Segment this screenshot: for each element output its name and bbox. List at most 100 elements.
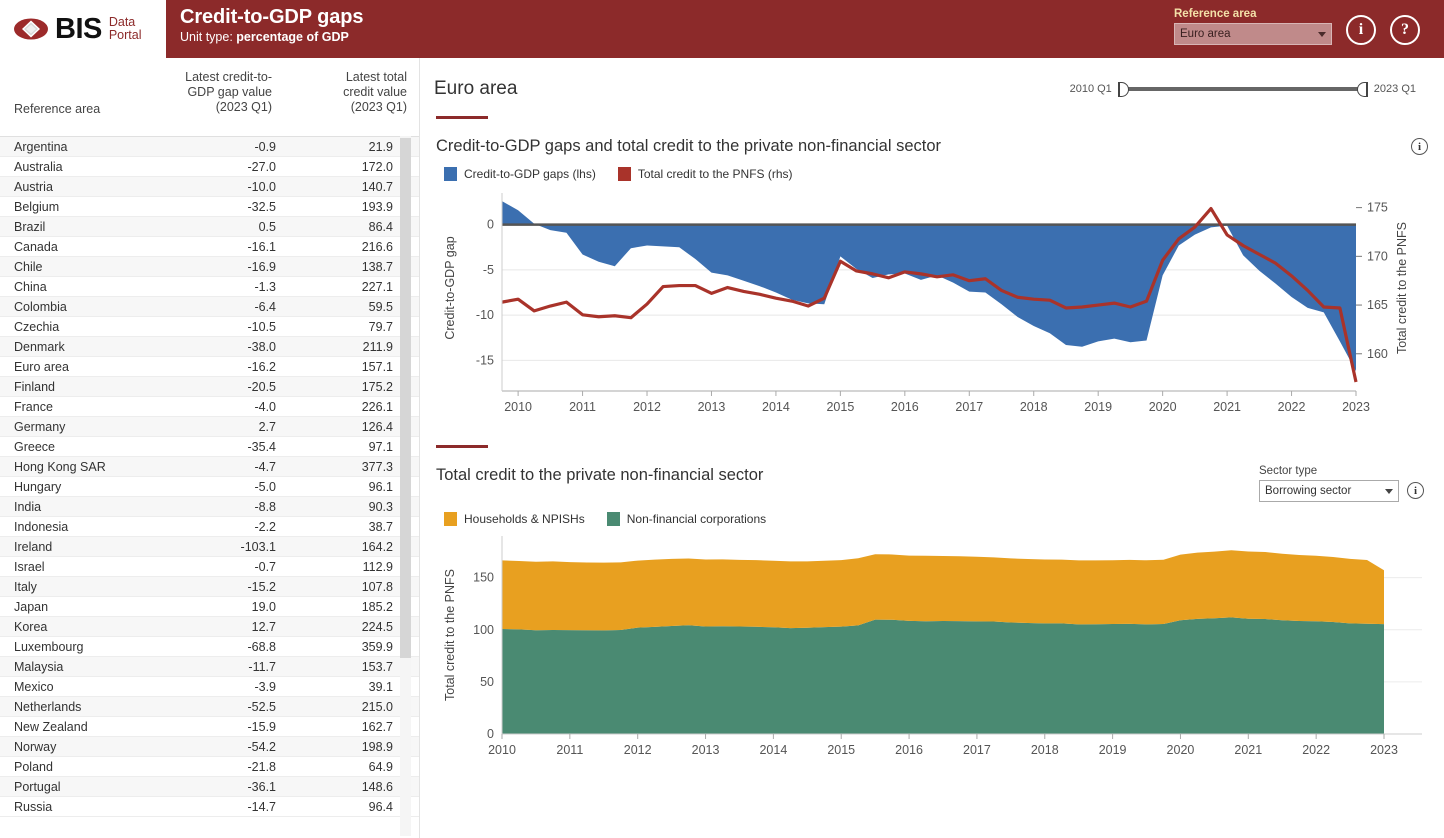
table-scrollbar-thumb[interactable]: [400, 138, 411, 658]
cell-total-credit: 148.6: [361, 779, 393, 794]
table-row[interactable]: New Zealand -15.9 162.7: [0, 717, 419, 737]
area-header-row: Euro area 2010 Q1 2023 Q1: [434, 58, 1428, 106]
panel2-title: Total credit to the private non-financia…: [436, 466, 764, 484]
legend-item[interactable]: Non-financial corporations: [606, 512, 767, 526]
total-credit-stacked-chart[interactable]: 0 50 100 150 2010 2011 2012 2013 2014 2015 2016 201…: [434, 526, 1424, 774]
table-row[interactable]: India -8.8 90.3: [0, 497, 419, 517]
table-row[interactable]: Netherlands -52.5 215.0: [0, 697, 419, 717]
legend-label: Non-financial corporations: [626, 512, 767, 526]
table-row[interactable]: Portugal -36.1 148.6: [0, 777, 419, 797]
y-axis-tick: 0: [487, 727, 494, 741]
table-row[interactable]: Korea 12.7 224.5: [0, 617, 419, 637]
cell-gap-value: -52.5: [247, 699, 277, 714]
table-row[interactable]: Ireland -103.1 164.2: [0, 537, 419, 557]
table-row[interactable]: Hungary -5.0 96.1: [0, 477, 419, 497]
credit-gap-combo-chart[interactable]: 0 -5 -10 -15 175 170 165 160 2010 2011 2012 2013 201…: [434, 181, 1424, 431]
cell-reference-area: Brazil: [14, 219, 46, 234]
sector-type-select[interactable]: Borrowing sector: [1259, 480, 1399, 502]
cell-reference-area: Malaysia: [14, 659, 64, 674]
table-row[interactable]: Belgium -32.5 193.9: [0, 197, 419, 217]
table-row[interactable]: Israel -0.7 112.9: [0, 557, 419, 577]
slider-handle-end[interactable]: [1356, 82, 1368, 97]
table-row[interactable]: Euro area -16.2 157.1: [0, 357, 419, 377]
table-body[interactable]: Argentina -0.9 21.9 Australia -27.0 172.0 Aust…: [0, 136, 419, 838]
cell-total-credit: 126.4: [361, 419, 393, 434]
x-axis-tick: 2012: [633, 400, 661, 414]
x-axis-tick: 2010: [504, 400, 532, 414]
legend-item[interactable]: Credit-to-GDP gaps (lhs): [444, 167, 596, 181]
cell-reference-area: Luxembourg: [14, 639, 84, 654]
reference-area-select[interactable]: Euro area: [1174, 23, 1332, 45]
panel1-info-icon[interactable]: i: [1411, 138, 1428, 155]
cell-total-credit: 64.9: [368, 759, 393, 774]
table-row[interactable]: Hong Kong SAR -4.7 377.3: [0, 457, 419, 477]
column-header-reference-area[interactable]: Reference area: [14, 70, 142, 123]
help-button[interactable]: ?: [1390, 15, 1420, 45]
cell-gap-value: -4.0: [254, 399, 276, 414]
table-row[interactable]: Colombia -6.4 59.5: [0, 297, 419, 317]
panel1-chart[interactable]: 0 -5 -10 -15 175 170 165 160 2010 2011 2012 2013 201…: [434, 181, 1428, 431]
column-header-gap-value[interactable]: Latest credit-to- GDP gap value (2023 Q1…: [142, 70, 272, 123]
table-row[interactable]: Germany 2.7 126.4: [0, 417, 419, 437]
table-row[interactable]: France -4.0 226.1: [0, 397, 419, 417]
cell-total-credit: 164.2: [361, 539, 393, 554]
cell-total-credit: 112.9: [362, 559, 393, 574]
table-row[interactable]: Argentina -0.9 21.9: [0, 137, 419, 157]
table-row[interactable]: Luxembourg -68.8 359.9: [0, 637, 419, 657]
table-row[interactable]: Denmark -38.0 211.9: [0, 337, 419, 357]
cell-total-credit: 153.7: [361, 659, 393, 674]
cell-total-credit: 86.4: [368, 219, 393, 234]
table-row[interactable]: Mexico -3.9 39.1: [0, 677, 419, 697]
table-row[interactable]: Indonesia -2.2 38.7: [0, 517, 419, 537]
charts-panel: Euro area 2010 Q1 2023 Q1 Credit-to-GDP …: [420, 58, 1444, 838]
time-range-slider[interactable]: 2010 Q1 2023 Q1: [1069, 82, 1428, 97]
x-axis-tick: 2016: [895, 743, 923, 757]
cell-total-credit: 38.7: [368, 519, 393, 534]
cell-gap-value: 2.7: [258, 419, 276, 434]
table-row[interactable]: Malaysia -11.7 153.7: [0, 657, 419, 677]
x-axis-tick: 2013: [698, 400, 726, 414]
legend-item[interactable]: Total credit to the PNFS (rhs): [617, 167, 793, 181]
cell-reference-area: Denmark: [14, 339, 65, 354]
table-row[interactable]: Finland -20.5 175.2: [0, 377, 419, 397]
slider-bar[interactable]: [1117, 82, 1368, 97]
table-row[interactable]: Australia -27.0 172.0: [0, 157, 419, 177]
table-row[interactable]: Czechia -10.5 79.7: [0, 317, 419, 337]
cell-reference-area: India: [14, 499, 42, 514]
table-row[interactable]: Austria -10.0 140.7: [0, 177, 419, 197]
table-row[interactable]: Japan 19.0 185.2: [0, 597, 419, 617]
table-row[interactable]: Canada -16.1 216.6: [0, 237, 419, 257]
cell-reference-area: Finland: [14, 379, 55, 394]
table-row[interactable]: Brazil 0.5 86.4: [0, 217, 419, 237]
table-row[interactable]: Russia -14.7 96.4: [0, 797, 419, 817]
panel2-chart[interactable]: 0 50 100 150 2010 2011 2012 2013 2014 2015 2016 201…: [434, 526, 1428, 774]
cell-reference-area: Hungary: [14, 479, 62, 494]
cell-gap-value: -36.1: [247, 779, 277, 794]
y2-axis-tick: 165: [1367, 298, 1388, 312]
table-row[interactable]: Italy -15.2 107.8: [0, 577, 419, 597]
cell-reference-area: Chile: [14, 259, 43, 274]
table-row[interactable]: Chile -16.9 138.7: [0, 257, 419, 277]
table-scrollbar[interactable]: [400, 136, 411, 836]
table-row[interactable]: Norway -54.2 198.9: [0, 737, 419, 757]
slider-start-label: 2010 Q1: [1069, 83, 1112, 95]
cell-reference-area: Indonesia: [14, 519, 69, 534]
cell-reference-area: Portugal: [14, 779, 61, 794]
panel2-info-icon[interactable]: i: [1407, 482, 1424, 499]
table-row[interactable]: China -1.3 227.1: [0, 277, 419, 297]
x-axis-tick: 2023: [1342, 400, 1370, 414]
y2-axis-title: Total credit to the PNFS: [1395, 222, 1409, 354]
y2-axis-tick: 175: [1367, 201, 1388, 215]
column-header-total-credit[interactable]: Latest total credit value (2023 Q1): [272, 70, 407, 123]
table-row[interactable]: Greece -35.4 97.1: [0, 437, 419, 457]
table-row[interactable]: Poland -21.8 64.9: [0, 757, 419, 777]
bis-logo[interactable]: BIS Data Portal: [0, 0, 166, 58]
cell-total-credit: 172.0: [361, 159, 393, 174]
total-header-line3: (2023 Q1): [350, 100, 407, 114]
legend-item[interactable]: Households & NPISHs: [444, 512, 585, 526]
cell-total-credit: 175.2: [361, 379, 393, 394]
cell-reference-area: Euro area: [14, 359, 69, 374]
sector-type-group: Sector type Borrowing sector i: [1259, 464, 1424, 502]
slider-handle-start[interactable]: [1117, 82, 1129, 97]
info-button[interactable]: i: [1346, 15, 1376, 45]
